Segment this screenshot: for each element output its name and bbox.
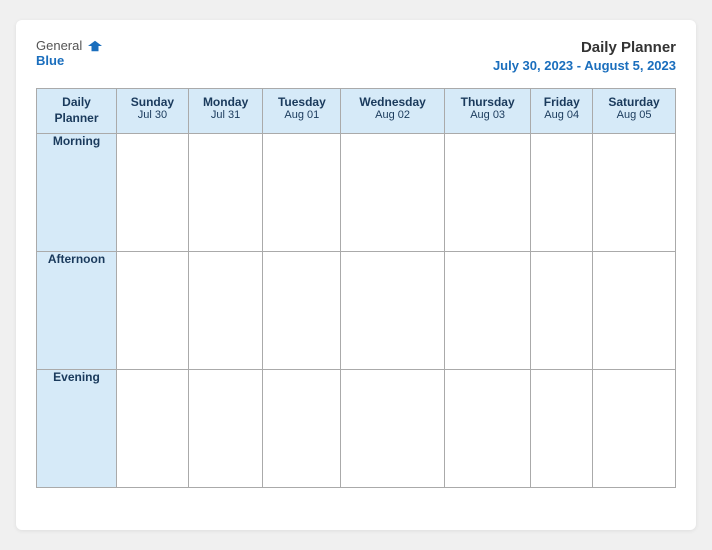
col-day-thursday: Thursday (449, 95, 526, 109)
evening-sunday[interactable] (117, 370, 189, 488)
col-date-wednesday: Aug 02 (345, 109, 440, 121)
logo-blue-label: Blue (36, 53, 64, 68)
col-header-tuesday: Tuesday Aug 01 (263, 89, 341, 133)
header: General Blue Daily Planner July 30, 2023… (36, 38, 676, 74)
col-date-sunday: Jul 30 (121, 109, 184, 121)
morning-saturday[interactable] (593, 133, 676, 251)
col-day-monday: Monday (193, 95, 259, 109)
morning-sunday[interactable] (117, 133, 189, 251)
col-day-saturday: Saturday (597, 95, 671, 109)
morning-friday[interactable] (531, 133, 593, 251)
title-area: Daily Planner July 30, 2023 - August 5, … (493, 38, 676, 74)
afternoon-saturday[interactable] (593, 251, 676, 369)
morning-monday[interactable] (188, 133, 263, 251)
col-header-thursday: Thursday Aug 03 (444, 89, 530, 133)
morning-thursday[interactable] (444, 133, 530, 251)
afternoon-wednesday[interactable] (341, 251, 445, 369)
col-label-daily-planner: DailyPlanner (41, 95, 112, 126)
col-date-saturday: Aug 05 (597, 109, 671, 121)
col-date-thursday: Aug 03 (449, 109, 526, 121)
afternoon-friday[interactable] (531, 251, 593, 369)
afternoon-label: Afternoon (37, 251, 117, 369)
calendar-table: DailyPlanner Sunday Jul 30 Monday Jul 31… (36, 88, 676, 488)
col-date-tuesday: Aug 01 (267, 109, 336, 121)
evening-monday[interactable] (188, 370, 263, 488)
logo-text: General (36, 38, 104, 53)
evening-saturday[interactable] (593, 370, 676, 488)
planner-dates: July 30, 2023 - August 5, 2023 (493, 58, 676, 75)
evening-label: Evening (37, 370, 117, 488)
evening-thursday[interactable] (444, 370, 530, 488)
planner-title: Daily Planner (493, 38, 676, 58)
evening-tuesday[interactable] (263, 370, 341, 488)
logo-blue-text: Blue (36, 53, 64, 68)
afternoon-thursday[interactable] (444, 251, 530, 369)
logo-general: General (36, 38, 82, 53)
col-header-monday: Monday Jul 31 (188, 89, 263, 133)
col-date-friday: Aug 04 (535, 109, 588, 121)
col-header-wednesday: Wednesday Aug 02 (341, 89, 445, 133)
col-day-friday: Friday (535, 95, 588, 109)
logo-bird-icon (86, 39, 104, 53)
planner-container: General Blue Daily Planner July 30, 2023… (16, 20, 696, 530)
evening-friday[interactable] (531, 370, 593, 488)
logo-area: General Blue (36, 38, 104, 68)
col-header-sunday: Sunday Jul 30 (117, 89, 189, 133)
afternoon-sunday[interactable] (117, 251, 189, 369)
afternoon-row: Afternoon (37, 251, 676, 369)
col-day-sunday: Sunday (121, 95, 184, 109)
morning-tuesday[interactable] (263, 133, 341, 251)
col-header-friday: Friday Aug 04 (531, 89, 593, 133)
afternoon-tuesday[interactable] (263, 251, 341, 369)
evening-wednesday[interactable] (341, 370, 445, 488)
afternoon-monday[interactable] (188, 251, 263, 369)
col-date-monday: Jul 31 (193, 109, 259, 121)
col-day-wednesday: Wednesday (345, 95, 440, 109)
morning-label: Morning (37, 133, 117, 251)
morning-wednesday[interactable] (341, 133, 445, 251)
evening-row: Evening (37, 370, 676, 488)
col-header-saturday: Saturday Aug 05 (593, 89, 676, 133)
col-day-tuesday: Tuesday (267, 95, 336, 109)
calendar-header-row: DailyPlanner Sunday Jul 30 Monday Jul 31… (37, 89, 676, 133)
col-header-daily-planner: DailyPlanner (37, 89, 117, 133)
morning-row: Morning (37, 133, 676, 251)
